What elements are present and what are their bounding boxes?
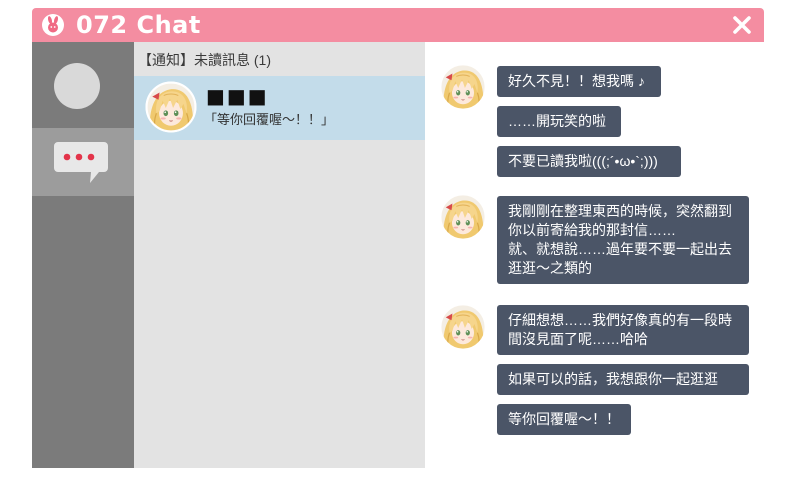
- chat-bubble-icon: [54, 142, 108, 183]
- message-bubble: ……開玩笑的啦: [497, 106, 621, 137]
- chat-window: 072 Chat 【通知】未讀訊息 (1) ■■■ 「等你回覆喔〜！！」 好久不…: [32, 8, 764, 468]
- avatar: [439, 303, 487, 351]
- message-preview: 「等你回覆喔〜！！」: [204, 112, 335, 127]
- message-bubble: 好久不見！！想我嗎 ♪: [497, 66, 661, 97]
- conversation-item[interactable]: ■■■ 「等你回覆喔〜！！」: [134, 76, 425, 140]
- close-button[interactable]: [732, 15, 752, 35]
- app-title: 072 Chat: [76, 11, 201, 39]
- sidebar-profile-avatar[interactable]: [54, 63, 100, 109]
- message-bubble: 仔細想想……我們好像真的有一段時 間沒見面了呢……哈哈: [497, 305, 749, 355]
- message-bubble: 我剛剛在整理東西的時候，突然翻到 你以前寄給我的那封信…… 就、就想說……過年要…: [497, 196, 749, 284]
- avatar: [439, 193, 487, 241]
- contact-name: ■■■: [206, 84, 269, 108]
- avatar: [439, 63, 487, 111]
- notification-header: 【通知】未讀訊息 (1): [138, 52, 271, 68]
- message-bubble: 等你回覆喔〜！！: [497, 404, 631, 435]
- message-bubble: 不要已讀我啦(((;´•ω•`;))): [497, 146, 681, 177]
- close-icon: [733, 16, 751, 34]
- chat-thread: 好久不見！！想我嗎 ♪ ……開玩笑的啦 不要已讀我啦(((;´•ω•`;))) …: [425, 42, 764, 468]
- avatar: [145, 81, 197, 133]
- title-bar: 072 Chat: [32, 8, 764, 42]
- message-bubble: 如果可以的話，我想跟你一起逛逛: [497, 364, 749, 395]
- conversation-list: 【通知】未讀訊息 (1) ■■■ 「等你回覆喔〜！！」: [134, 42, 425, 468]
- app-logo-icon: [42, 14, 64, 36]
- sidebar-item-chats[interactable]: [32, 128, 134, 196]
- sidebar: [32, 42, 134, 468]
